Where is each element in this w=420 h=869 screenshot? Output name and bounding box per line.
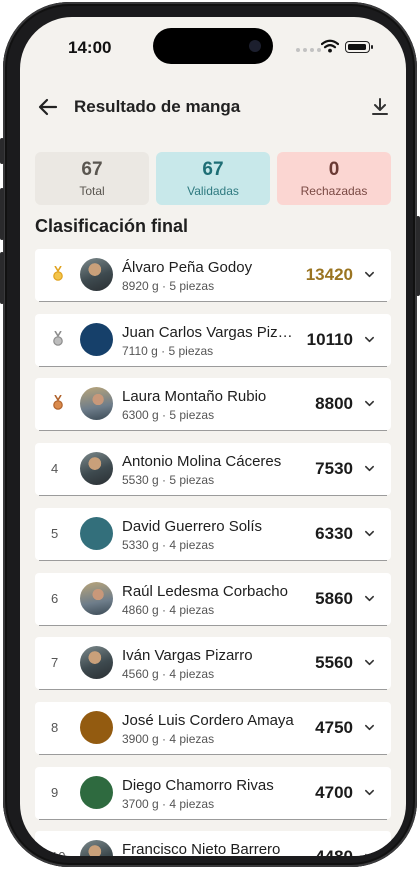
competitor-detail: 3700 g · 4 piezas bbox=[122, 796, 215, 811]
stat-rejected: 0 Rechazadas bbox=[277, 152, 391, 205]
chevron-down-icon[interactable] bbox=[364, 787, 375, 798]
ranking-row[interactable]: 6 Raúl Ledesma Corbacho 4860 g · 4 piezas… bbox=[35, 572, 391, 626]
avatar bbox=[80, 258, 113, 291]
ranking-position: 6 bbox=[51, 590, 59, 606]
ranking-row[interactable]: 7 Iván Vargas Pizarro 4560 g · 4 piezas 5… bbox=[35, 637, 391, 691]
ranking-position: 5 bbox=[51, 525, 59, 541]
ranking-row[interactable]: 8 José Luis Cordero Amaya 3900 g · 4 piez… bbox=[35, 701, 391, 755]
app-bar: Resultado de manga bbox=[20, 89, 406, 125]
stat-validated: 67 Validadas bbox=[156, 152, 270, 205]
competitor-detail: 5530 g · 5 piezas bbox=[122, 473, 215, 488]
competitor-score: 8800 bbox=[315, 394, 353, 414]
competitor-detail: 6300 g · 5 piezas bbox=[122, 408, 215, 423]
competitor-detail: 4560 g · 4 piezas bbox=[122, 667, 215, 682]
competitor-name: Laura Montaño Rubio bbox=[122, 388, 267, 406]
chevron-down-icon[interactable] bbox=[364, 269, 375, 280]
status-bar: 14:00 bbox=[20, 17, 406, 73]
competitor-name: José Luis Cordero Amaya bbox=[122, 711, 294, 729]
camera-icon bbox=[249, 40, 261, 52]
competitor-name: Francisco Nieto Barrero bbox=[122, 841, 281, 856]
competitor-name: Diego Chamorro Rivas bbox=[122, 776, 274, 794]
stats-summary: 67 Total 67 Validadas 0 Rechazadas bbox=[35, 152, 391, 205]
chevron-down-icon[interactable] bbox=[364, 463, 375, 474]
ranking-row[interactable]: 4 Antonio Molina Cáceres 5530 g · 5 pieza… bbox=[35, 443, 391, 497]
screen: 14:00 Resultado de manga 67 Total 67 Val… bbox=[20, 17, 406, 856]
stat-validated-label: Validadas bbox=[187, 184, 239, 198]
avatar bbox=[80, 516, 113, 550]
chevron-down-icon[interactable] bbox=[364, 334, 375, 345]
avatar bbox=[80, 646, 113, 680]
wifi-icon bbox=[321, 39, 339, 53]
competitor-detail: 5330 g · 4 piezas bbox=[122, 537, 215, 552]
ranking-position: 10 bbox=[51, 849, 65, 856]
arrow-left-icon[interactable] bbox=[36, 95, 60, 119]
chevron-down-icon[interactable] bbox=[364, 593, 375, 604]
status-time: 14:00 bbox=[68, 38, 112, 57]
ranking-row[interactable]: 5 David Guerrero Solís 5330 g · 4 piezas … bbox=[35, 507, 391, 561]
avatar bbox=[80, 581, 113, 615]
avatar bbox=[80, 775, 113, 809]
chevron-down-icon[interactable] bbox=[364, 657, 375, 668]
stat-total-label: Total bbox=[79, 184, 105, 198]
competitor-score: 5560 bbox=[315, 653, 353, 673]
ranking-position: 4 bbox=[51, 461, 59, 477]
competitor-name: Antonio Molina Cáceres bbox=[122, 453, 282, 471]
competitor-name: Juan Carlos Vargas Pizarro bbox=[122, 323, 297, 341]
competitor-detail: 4860 g · 4 piezas bbox=[122, 602, 215, 617]
competitor-score: 4480 bbox=[315, 847, 353, 856]
stat-rejected-value: 0 bbox=[328, 159, 340, 180]
stat-total: 67 Total bbox=[35, 152, 149, 205]
ranking-row[interactable]: 9 Diego Chamorro Rivas 3700 g · 4 piezas … bbox=[35, 766, 391, 820]
ranking-position: 8 bbox=[51, 719, 59, 735]
chevron-down-icon[interactable] bbox=[364, 851, 375, 856]
avatar bbox=[80, 387, 113, 421]
section-title: Clasificación final bbox=[35, 216, 189, 236]
competitor-score: 7530 bbox=[315, 459, 353, 479]
competitor-score: 4700 bbox=[315, 782, 353, 802]
avatar bbox=[80, 710, 113, 744]
dynamic-island bbox=[153, 28, 273, 64]
medal-icon bbox=[53, 395, 63, 411]
action-button bbox=[0, 138, 4, 164]
download-icon[interactable] bbox=[368, 95, 392, 119]
ranking-row[interactable]: 10 Francisco Nieto Barrero 4480 bbox=[35, 831, 391, 856]
competitor-detail: 8920 g · 5 piezas bbox=[122, 279, 215, 293]
avatar bbox=[80, 452, 113, 486]
ranking-row[interactable]: Laura Montaño Rubio 6300 g · 5 piezas 88… bbox=[35, 378, 391, 432]
volume-down-button bbox=[0, 252, 4, 304]
stat-total-value: 67 bbox=[81, 159, 103, 180]
competitor-name: Raúl Ledesma Corbacho bbox=[122, 582, 288, 600]
chevron-down-icon[interactable] bbox=[364, 398, 375, 409]
phone-frame: 14:00 Resultado de manga 67 Total 67 Val… bbox=[0, 2, 420, 867]
avatar bbox=[80, 322, 113, 356]
medal-icon bbox=[53, 266, 63, 281]
competitor-name: David Guerrero Solís bbox=[122, 517, 263, 535]
ranking-position: 9 bbox=[51, 784, 59, 800]
competitor-score: 4750 bbox=[315, 717, 353, 737]
competitor-detail: 3900 g · 4 piezas bbox=[122, 731, 215, 746]
competitor-score: 13420 bbox=[305, 265, 353, 284]
competitor-score: 10110 bbox=[306, 329, 353, 349]
competitor-score: 6330 bbox=[315, 523, 353, 543]
ranking-position: 7 bbox=[51, 655, 59, 671]
competitor-name: Iván Vargas Pizarro bbox=[122, 647, 253, 665]
chevron-down-icon[interactable] bbox=[364, 528, 375, 539]
battery-icon bbox=[345, 41, 373, 53]
medal-icon bbox=[53, 330, 63, 346]
competitor-score: 5860 bbox=[315, 588, 353, 608]
signal-icon bbox=[296, 48, 321, 52]
stat-validated-value: 67 bbox=[202, 159, 224, 180]
competitor-name: Álvaro Peña Godoy bbox=[122, 259, 253, 276]
ranking-row[interactable]: Álvaro Peña Godoy 8920 g · 5 piezas 1342… bbox=[35, 249, 391, 302]
competitor-detail: 7110 g · 5 piezas bbox=[122, 343, 214, 358]
volume-up-button bbox=[0, 188, 4, 240]
power-button bbox=[416, 216, 420, 296]
avatar bbox=[80, 840, 113, 856]
page-title: Resultado de manga bbox=[74, 97, 241, 116]
ranking-row[interactable]: Juan Carlos Vargas Pizarro 7110 g · 5 pi… bbox=[35, 313, 391, 367]
stat-rejected-label: Rechazadas bbox=[300, 184, 368, 198]
chevron-down-icon[interactable] bbox=[364, 722, 375, 733]
